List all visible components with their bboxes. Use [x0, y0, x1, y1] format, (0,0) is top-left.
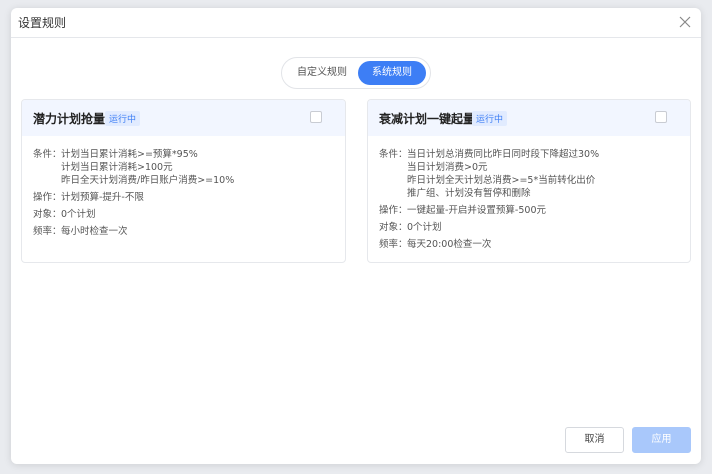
- rule-target: 对象： 0个计划: [379, 221, 679, 234]
- rule-target: 对象： 0个计划: [33, 208, 334, 221]
- rule-card-header: 衰减计划一键起量 运行中: [368, 100, 690, 136]
- frequency-label: 频率：: [33, 226, 62, 237]
- cancel-button[interactable]: 取消: [565, 427, 624, 453]
- target-label: 对象：: [379, 222, 408, 233]
- rule-frequency: 频率： 每天20:00检查一次: [379, 238, 679, 251]
- tab-system-rules[interactable]: 系统规则: [358, 61, 426, 85]
- close-button[interactable]: [675, 12, 695, 32]
- rule-title: 衰减计划一键起量: [379, 112, 476, 126]
- operation-label: 操作：: [379, 205, 408, 216]
- frequency-label: 频率：: [379, 239, 408, 250]
- condition-label: 条件：: [379, 149, 408, 160]
- frequency-value: 每小时检查一次: [61, 226, 128, 237]
- operation-value: 计划预算-提升-不限: [61, 192, 144, 203]
- condition-line: 计划当日累计消耗>=预算*95%: [61, 149, 198, 160]
- operation-value: 一键起量-开启并设置预算-500元: [407, 205, 546, 216]
- status-badge: 运行中: [105, 111, 141, 126]
- condition-line: 昨日计划全天计划总消费>=5*当前转化出价: [407, 175, 596, 186]
- rule-card-header: 潜力计划抢量 运行中: [22, 100, 345, 136]
- rule-card: 衰减计划一键起量 运行中 条件： 当日计划总消费同比昨日同时段下降超过30% 当…: [367, 99, 691, 263]
- rule-checkbox[interactable]: [310, 111, 322, 123]
- status-badge: 运行中: [472, 111, 508, 126]
- dialog-title: 设置规则: [18, 16, 67, 30]
- rule-frequency: 频率： 每小时检查一次: [33, 225, 334, 238]
- frequency-value: 每天20:00检查一次: [407, 239, 492, 250]
- apply-button[interactable]: 应用: [632, 427, 691, 453]
- settings-dialog: 设置规则 自定义规则 系统规则 潜力计划抢量 运行中 条件： 计划当日累计消耗>…: [11, 8, 701, 464]
- condition-line: 当日计划消费>0元: [407, 162, 488, 173]
- target-value: 0个计划: [61, 209, 96, 220]
- rule-card-body: 条件： 当日计划总消费同比昨日同时段下降超过30% 当日计划消费>0元 昨日计划…: [368, 136, 690, 251]
- tab-custom-rules[interactable]: 自定义规则: [288, 61, 356, 85]
- rule-card-body: 条件： 计划当日累计消耗>=预算*95% 计划当日累计消耗>100元 昨日全天计…: [22, 136, 345, 238]
- condition-line: 昨日全天计划消费/昨日账户消费>=10%: [61, 175, 235, 186]
- rule-type-toggle: 自定义规则 系统规则: [281, 57, 431, 89]
- rule-checkbox[interactable]: [655, 111, 667, 123]
- close-icon: [679, 16, 691, 28]
- target-label: 对象：: [33, 209, 62, 220]
- operation-label: 操作：: [33, 192, 62, 203]
- condition-line: 计划当日累计消耗>100元: [61, 162, 173, 173]
- rule-conditions: 条件： 当日计划总消费同比昨日同时段下降超过30% 当日计划消费>0元 昨日计划…: [379, 148, 679, 200]
- rule-title: 潜力计划抢量: [33, 112, 106, 126]
- dialog-header: 设置规则: [11, 8, 701, 38]
- target-value: 0个计划: [407, 222, 442, 233]
- condition-label: 条件：: [33, 149, 62, 160]
- condition-line: 当日计划总消费同比昨日同时段下降超过30%: [407, 149, 600, 160]
- rule-operation: 操作： 计划预算-提升-不限: [33, 191, 334, 204]
- rule-conditions: 条件： 计划当日累计消耗>=预算*95% 计划当日累计消耗>100元 昨日全天计…: [33, 148, 334, 187]
- condition-line: 推广组、计划没有暂停和删除: [407, 188, 531, 199]
- rule-card: 潜力计划抢量 运行中 条件： 计划当日累计消耗>=预算*95% 计划当日累计消耗…: [21, 99, 346, 263]
- rule-operation: 操作： 一键起量-开启并设置预算-500元: [379, 204, 679, 217]
